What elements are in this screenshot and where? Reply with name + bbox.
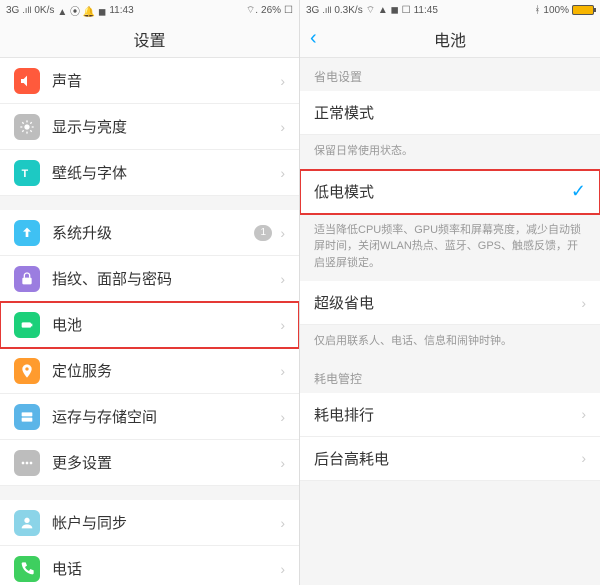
settings-row-display[interactable]: 显示与亮度 › [0, 104, 299, 150]
settings-screen: 3G .ıll 0K/s ▲ ⦿ 🔔 ◼ 11:43 ⌔. 26% ☐ 设置 声… [0, 0, 300, 585]
row-label: 后台高耗电 [314, 448, 581, 469]
section-header-power: 省电设置 [300, 58, 600, 91]
status-icons: ⌔ ▲ ◼ ☐ [366, 4, 411, 17]
row-label: 壁纸与字体 [52, 162, 280, 183]
row-label: 指纹、面部与密码 [52, 268, 280, 289]
battery-label: 100% [543, 5, 569, 16]
row-label: 系统升级 [52, 222, 254, 243]
chevron-icon: › [280, 455, 285, 471]
section-spacer [0, 486, 299, 500]
row-label: 声音 [52, 70, 280, 91]
status-bar-left: 3G .ıll 0K/s ▲ ⦿ 🔔 ◼ 11:43 ⌔. 26% ☐ [0, 0, 299, 20]
speed-label: 0.3K/s [334, 5, 362, 16]
chevron-icon: › [280, 561, 285, 577]
time-label: 11:45 [414, 5, 438, 16]
settings-row-location[interactable]: 定位服务 › [0, 348, 299, 394]
network-label: 3G [306, 5, 319, 16]
mode-super-save[interactable]: 超级省电 › [300, 281, 600, 325]
battery-screen: 3G .ıll 0.3K/s ⌔ ▲ ◼ ☐ 11:45 ᚼ 100% ‹ 电池… [300, 0, 600, 585]
chevron-icon: › [280, 119, 285, 135]
chevron-icon: › [280, 363, 285, 379]
update-badge: 1 [254, 225, 272, 241]
row-bg-power[interactable]: 后台高耗电 › [300, 437, 600, 481]
row-label: 显示与亮度 [52, 116, 280, 137]
chevron-icon: › [280, 317, 285, 333]
settings-row-battery[interactable]: 电池 › [0, 302, 299, 348]
font-icon: T [14, 160, 40, 186]
storage-icon [14, 404, 40, 430]
row-label: 更多设置 [52, 452, 280, 473]
settings-row-wallpaper[interactable]: T 壁纸与字体 › [0, 150, 299, 196]
row-label: 低电模式 [314, 181, 571, 202]
settings-row-fingerprint[interactable]: 指纹、面部与密码 › [0, 256, 299, 302]
time-label: 11:43 [109, 5, 133, 16]
chevron-icon: › [280, 225, 285, 241]
signal-icon: .ıll [22, 5, 31, 15]
network-label: 3G [6, 5, 19, 16]
low-mode-desc: 适当降低CPU频率、GPU频率和屏幕亮度，减少自动锁屏时间，关闭WLAN热点、蓝… [300, 214, 600, 282]
wifi-icon: ⌔. [246, 4, 258, 17]
lock-icon [14, 266, 40, 292]
battery-label: 26% [261, 5, 281, 16]
chevron-icon: › [280, 271, 285, 287]
sound-icon [14, 68, 40, 94]
section-spacer [0, 196, 299, 210]
chevron-icon: › [280, 515, 285, 531]
battery-box: ☐ [284, 5, 293, 16]
row-label: 正常模式 [314, 102, 586, 123]
battery-icon [14, 312, 40, 338]
status-icons: ▲ ⦿ 🔔 ◼ [57, 3, 106, 18]
settings-row-sound[interactable]: 声音 › [0, 58, 299, 104]
svg-text:T: T [22, 168, 29, 180]
settings-list: 声音 › 显示与亮度 › T 壁纸与字体 › 系统升级 1 › [0, 58, 299, 585]
page-title: 设置 [0, 20, 299, 58]
settings-row-account[interactable]: 帐户与同步 › [0, 500, 299, 546]
phone-icon [14, 556, 40, 582]
speed-label: 0K/s [34, 5, 54, 16]
chevron-icon: › [280, 409, 285, 425]
check-icon: ✓ [571, 181, 586, 202]
back-button[interactable]: ‹ [310, 27, 317, 50]
signal-icon: .ıll [322, 5, 331, 15]
row-label: 耗电排行 [314, 404, 581, 425]
settings-row-more[interactable]: 更多设置 › [0, 440, 299, 486]
row-label: 定位服务 [52, 360, 280, 381]
battery-icon [572, 5, 594, 15]
row-label: 帐户与同步 [52, 512, 280, 533]
account-icon [14, 510, 40, 536]
update-icon [14, 220, 40, 246]
more-icon [14, 450, 40, 476]
location-icon [14, 358, 40, 384]
row-label: 电话 [52, 558, 280, 579]
page-title: ‹ 电池 [300, 20, 600, 58]
section-header-consumption: 耗电管控 [300, 360, 600, 393]
row-power-rank[interactable]: 耗电排行 › [300, 393, 600, 437]
row-label: 运存与存储空间 [52, 406, 280, 427]
row-label: 超级省电 [314, 292, 581, 313]
chevron-icon: › [280, 165, 285, 181]
super-save-desc: 仅启用联系人、电话、信息和闹钟时钟。 [300, 325, 600, 360]
chevron-icon: › [581, 295, 586, 311]
chevron-icon: › [581, 450, 586, 466]
settings-row-storage[interactable]: 运存与存储空间 › [0, 394, 299, 440]
status-bar-right: 3G .ıll 0.3K/s ⌔ ▲ ◼ ☐ 11:45 ᚼ 100% [300, 0, 600, 20]
mode-low-power[interactable]: 低电模式 ✓ [300, 170, 600, 214]
chevron-icon: › [581, 406, 586, 422]
chevron-icon: › [280, 73, 285, 89]
settings-row-update[interactable]: 系统升级 1 › [0, 210, 299, 256]
row-label: 电池 [52, 314, 280, 335]
mode-normal[interactable]: 正常模式 [300, 91, 600, 135]
bt-icon: ᚼ [534, 5, 540, 16]
sun-icon [14, 114, 40, 140]
normal-mode-desc: 保留日常使用状态。 [300, 135, 600, 170]
settings-row-phone[interactable]: 电话 › [0, 546, 299, 585]
